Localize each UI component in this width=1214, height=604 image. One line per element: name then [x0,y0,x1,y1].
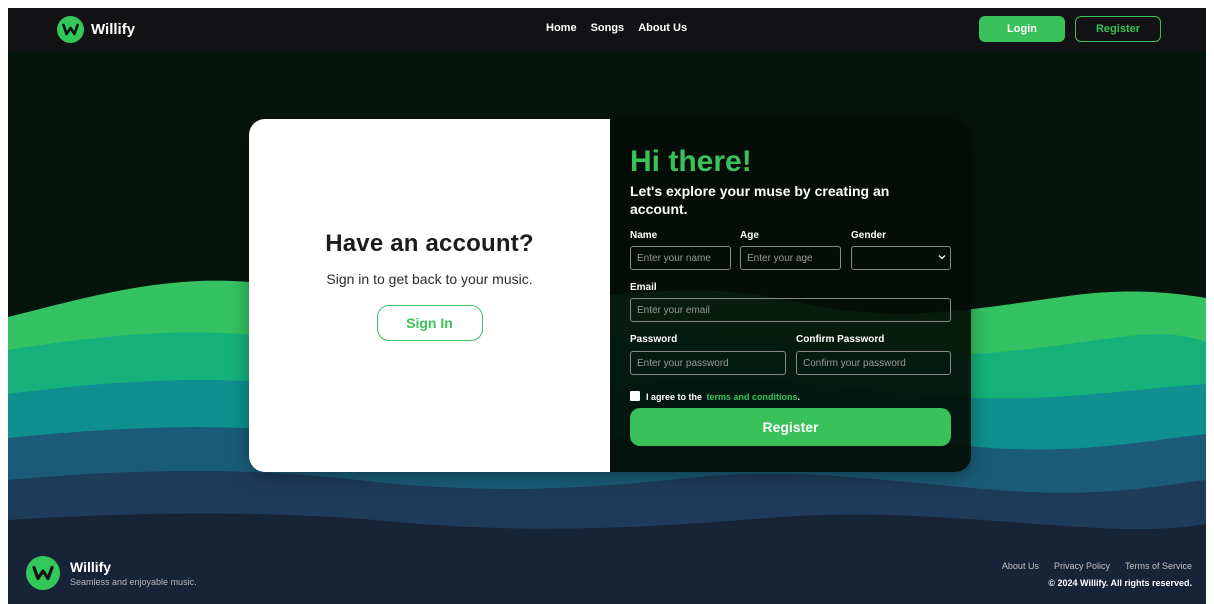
footer-brand-name: Willify [70,559,112,575]
terms-agreement: I agree to the terms and conditions. [630,387,800,405]
footer-tagline: Seamless and enjoyable music. [70,577,197,587]
login-button[interactable]: Login [979,16,1065,42]
nav-songs-link[interactable]: Songs [591,22,625,34]
terms-checkbox[interactable] [630,391,640,401]
confirm-password-input[interactable] [796,351,951,375]
header-register-button[interactable]: Register [1075,16,1161,42]
register-submit-button[interactable]: Register [630,408,951,446]
footer-brand: Willify Seamless and enjoyable music. [26,556,197,590]
terms-prefix: I agree to the [646,392,703,402]
sign-in-button[interactable]: Sign In [376,305,483,341]
password-input[interactable] [630,351,786,375]
gender-label: Gender [851,230,887,241]
signin-panel: Have an account? Sign in to get back to … [249,119,610,472]
nav-about-link[interactable]: About Us [638,22,687,34]
chevron-down-icon [938,255,946,260]
terms-link[interactable]: terms and conditions [706,392,797,402]
register-greeting: Hi there! [630,145,752,178]
age-label: Age [740,230,759,241]
email-input[interactable] [630,298,951,322]
auth-card: Have an account? Sign in to get back to … [249,119,971,472]
terms-suffix: . [797,392,800,402]
signin-subtitle: Sign in to get back to your music. [326,271,533,287]
nav-home-link[interactable]: Home [546,22,577,34]
brand[interactable]: Willify [57,16,135,43]
copyright-text: © 2024 Willify. All rights reserved. [1048,578,1192,588]
footer-terms-link[interactable]: Terms of Service [1125,561,1192,571]
signin-title: Have an account? [325,230,534,257]
email-label: Email [630,282,657,293]
willify-logo-icon [57,16,84,43]
age-input[interactable] [740,246,841,270]
name-label: Name [630,230,658,241]
brand-name: Willify [91,21,136,38]
confirm-password-label: Confirm Password [796,334,885,345]
password-label: Password [630,334,678,345]
name-input[interactable] [630,246,731,270]
gender-select[interactable] [851,246,951,270]
main-nav: Home Songs About Us [546,22,687,34]
w-letter-icon [62,23,79,36]
page-frame: Willify Home Songs About Us Login Regist… [8,8,1206,604]
footer-about-link[interactable]: About Us [1002,561,1039,571]
footer-links: About Us Privacy Policy Terms of Service [1002,561,1192,571]
register-panel: Hi there! Let's explore your muse by cre… [610,119,971,472]
w-letter-icon [32,565,54,581]
footer-privacy-link[interactable]: Privacy Policy [1054,561,1110,571]
register-subtitle: Let's explore your muse by creating an a… [630,183,890,217]
footer-logo-icon [26,556,60,590]
top-navbar: Willify Home Songs About Us Login Regist… [8,8,1206,52]
